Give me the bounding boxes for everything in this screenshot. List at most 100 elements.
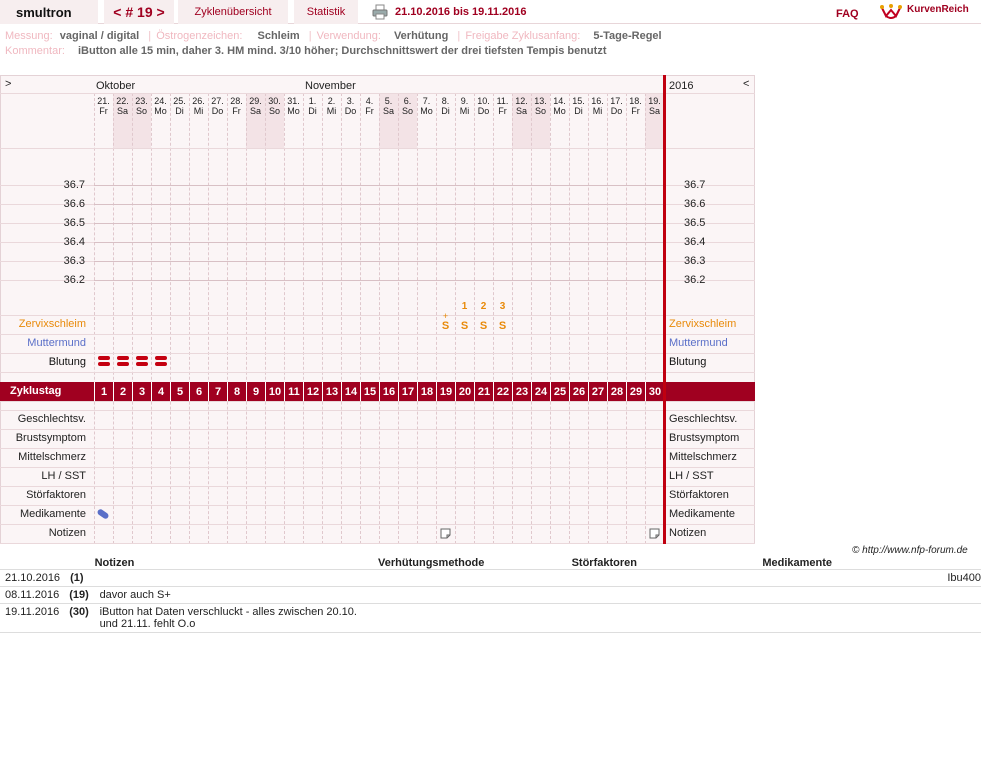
year-label: 2016 xyxy=(669,80,694,92)
note-medication xyxy=(762,587,981,604)
weekday-label: Sa xyxy=(249,106,261,116)
weekday-label: So xyxy=(135,106,147,116)
row-label-right: Medikamente xyxy=(669,508,736,520)
temp-tick-right: 36.7 xyxy=(684,179,706,191)
day-gridline xyxy=(303,93,304,544)
weekday-label: Mo xyxy=(287,106,300,116)
col-method: Verhütungsmethode xyxy=(378,557,485,569)
note-date: 19.11.2016 (30) xyxy=(0,604,95,633)
date-label: 8. xyxy=(441,96,450,106)
date-label: 22. xyxy=(116,96,129,106)
row-gridline xyxy=(0,467,755,468)
day-gridline xyxy=(474,93,475,544)
date-label: 31. xyxy=(287,96,300,106)
temp-gridline xyxy=(94,261,664,262)
date-label: 29. xyxy=(249,96,262,106)
day-gridline xyxy=(151,93,152,544)
row-gridline xyxy=(0,315,755,316)
cycle-day-number: 25 xyxy=(550,382,569,401)
month-label: Oktober xyxy=(96,80,136,92)
date-label: 9. xyxy=(460,96,469,106)
cycle-day-number: 24 xyxy=(531,382,550,401)
cycle-day-number: 18 xyxy=(417,382,436,401)
date-label: 1. xyxy=(308,96,317,106)
cycle-day-number: 2 xyxy=(113,382,132,401)
date-label: 16. xyxy=(591,96,604,106)
row-label-right: Störfaktoren xyxy=(669,489,729,501)
day-gridline xyxy=(113,93,114,544)
date-label: 23. xyxy=(135,96,148,106)
note-method xyxy=(378,587,572,604)
row-label-lower: Medikamente xyxy=(19,508,86,520)
date-label: 14. xyxy=(553,96,566,106)
temp-gridline xyxy=(94,204,664,205)
temp-gridline xyxy=(94,242,664,243)
row-gridline xyxy=(0,401,755,402)
notes-table: Notizen Verhütungsmethode Störfaktoren M… xyxy=(0,557,981,633)
date-label: 5. xyxy=(384,96,393,106)
note-text xyxy=(95,570,378,587)
note-date: 08.11.2016 (19) xyxy=(0,587,95,604)
temp-tick-left: 36.7 xyxy=(63,179,85,191)
copyright: © http://www.nfp-forum.de xyxy=(852,545,968,556)
day-gridline xyxy=(493,93,494,544)
note-icon[interactable] xyxy=(440,528,451,539)
note-date: 21.10.2016 xyxy=(5,572,61,584)
note-row: 19.11.2016 (30) iButton hat Daten verschlu… xyxy=(0,604,981,633)
date-label: 19. xyxy=(648,96,661,106)
day-gridline xyxy=(284,93,285,544)
cycle-day-number: 11 xyxy=(284,382,303,401)
weekday-label: Di xyxy=(574,106,583,116)
row-gridline xyxy=(0,334,755,335)
weekday-label: Do xyxy=(477,106,490,116)
day-gridline xyxy=(531,93,532,544)
date-label: 27. xyxy=(211,96,224,106)
date-label: 10. xyxy=(477,96,490,106)
mucus-count: 2 xyxy=(480,301,487,312)
day-gridline xyxy=(588,93,589,544)
date-label: 15. xyxy=(572,96,585,106)
row-gridline xyxy=(0,93,755,94)
day-gridline xyxy=(398,93,399,544)
bleeding-mark xyxy=(155,356,167,360)
cycle-day-number: 19 xyxy=(436,382,455,401)
row-label-right: Mittelschmerz xyxy=(669,451,737,463)
col-disturbance: Störfaktoren xyxy=(571,557,637,569)
row-label-right: Blutung xyxy=(669,356,707,368)
note-row: 21.10.2016 (1) Ibu400 xyxy=(0,570,981,587)
note-cycle-day: (1) xyxy=(70,572,84,584)
note-date: 19.11.2016 xyxy=(5,606,60,618)
bleeding-mark xyxy=(117,356,129,360)
date-label: 7. xyxy=(422,96,431,106)
row-gridline xyxy=(0,372,755,373)
weekday-label: Di xyxy=(175,106,184,116)
weekday-label: Sa xyxy=(648,106,660,116)
note-icon[interactable] xyxy=(649,528,660,539)
row-label-lower: Notizen xyxy=(48,527,86,539)
note-text: davor auch S+ xyxy=(99,589,171,601)
cycle-day-number: 30 xyxy=(645,382,664,401)
temp-tick-left: 36.2 xyxy=(63,274,85,286)
cycle-day-number: 7 xyxy=(208,382,227,401)
scroll-left-button[interactable]: > xyxy=(5,78,11,90)
cycle-day-number: 12 xyxy=(303,382,322,401)
day-gridline xyxy=(569,93,570,544)
cycle-day-number: 14 xyxy=(341,382,360,401)
weekday-label: Mi xyxy=(326,106,337,116)
date-label: 25. xyxy=(173,96,186,106)
row-gridline xyxy=(0,524,755,525)
bleeding-mark xyxy=(98,362,110,366)
cycle-day-number: 20 xyxy=(455,382,474,401)
weekday-label: Fr xyxy=(99,106,108,116)
col-notes: Notizen xyxy=(94,557,135,569)
day-gridline xyxy=(341,93,342,544)
cycle-day-number: 29 xyxy=(626,382,645,401)
weekday-label: So xyxy=(401,106,413,116)
day-gridline xyxy=(360,93,361,544)
row-gridline xyxy=(0,410,755,411)
note-row: 08.11.2016 (19) davor auch S+ xyxy=(0,587,981,604)
scroll-right-button[interactable]: < xyxy=(743,78,749,90)
bleeding-mark xyxy=(98,356,110,360)
day-gridline xyxy=(246,93,247,544)
date-label: 17. xyxy=(610,96,623,106)
